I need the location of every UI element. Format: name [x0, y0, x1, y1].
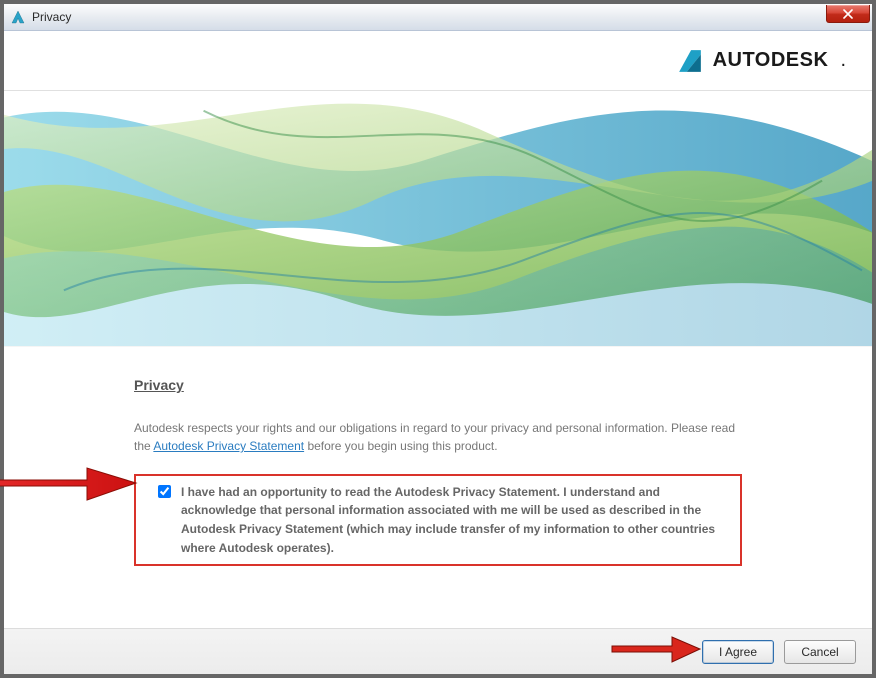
brand-name: AUTODESK [713, 49, 829, 72]
brand-header: AUTODESK. [4, 31, 872, 91]
section-title: Privacy [134, 375, 742, 397]
autodesk-logo-icon [677, 48, 703, 74]
consent-text: I have had an opportunity to read the Au… [181, 483, 732, 557]
window-title: Privacy [32, 10, 71, 24]
annotation-arrow-agree [608, 630, 704, 670]
footer-bar: I Agree Cancel [4, 628, 872, 674]
autodesk-icon [10, 9, 26, 25]
consent-block: I have had an opportunity to read the Au… [134, 474, 742, 566]
close-button[interactable] [826, 5, 870, 23]
titlebar: Privacy [4, 4, 872, 31]
intro-paragraph: Autodesk respects your rights and our ob… [134, 419, 742, 456]
annotation-arrow-checkbox [0, 450, 142, 520]
hero-graphic [4, 91, 872, 346]
brand-dot: . [840, 49, 846, 72]
cancel-button[interactable]: Cancel [784, 640, 856, 664]
hero-banner [4, 91, 872, 347]
body-area: Privacy Autodesk respects your rights an… [4, 347, 872, 566]
agree-button[interactable]: I Agree [702, 640, 774, 664]
content-frame: AUTODESK. [4, 31, 872, 674]
brand-logo: AUTODESK. [677, 48, 846, 74]
close-icon [843, 9, 853, 19]
consent-checkbox[interactable] [158, 485, 171, 498]
intro-after: before you begin using this product. [304, 439, 497, 453]
privacy-statement-link[interactable]: Autodesk Privacy Statement [153, 439, 304, 453]
